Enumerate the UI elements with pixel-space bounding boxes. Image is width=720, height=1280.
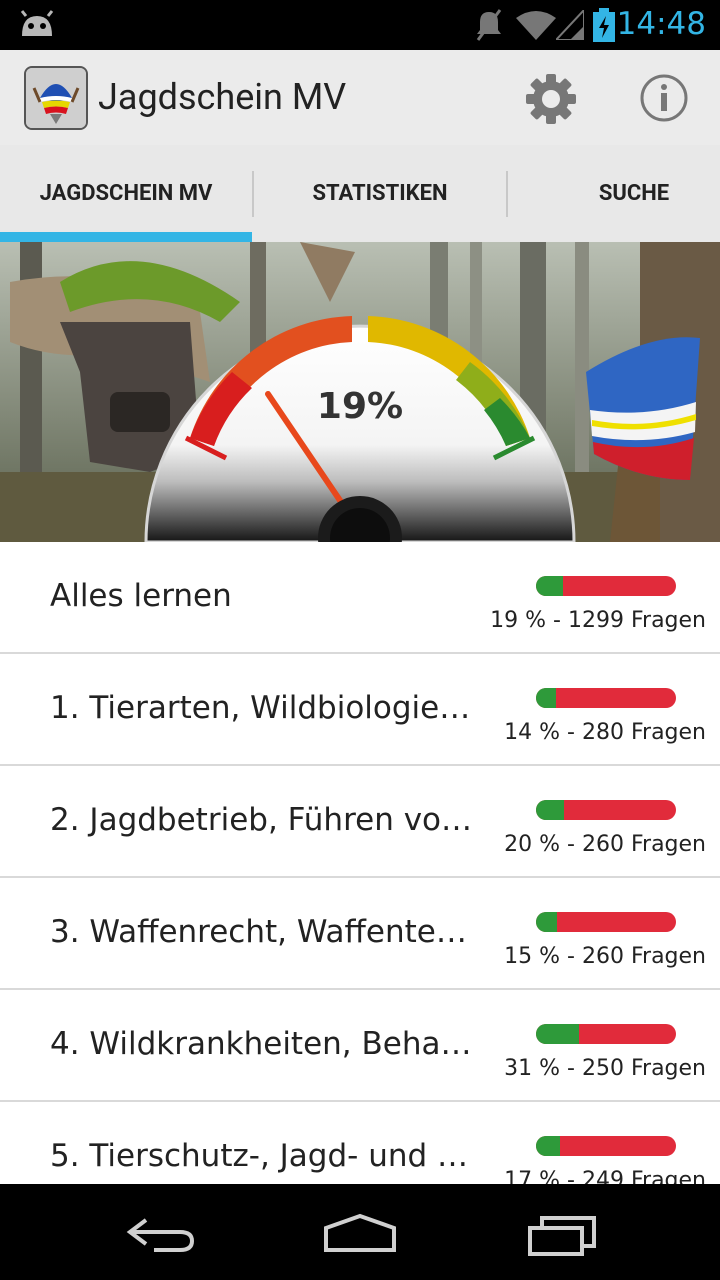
info-icon[interactable] xyxy=(638,72,690,124)
progress-bar xyxy=(536,688,676,708)
settings-icon[interactable] xyxy=(524,72,578,126)
progress-bar xyxy=(536,912,676,932)
navigation-bar xyxy=(0,1184,720,1280)
category-list: Alles lernen 19 % - 1299 Fragen 1. Tiera… xyxy=(0,542,720,1184)
clock: 14:48 xyxy=(616,6,706,42)
progress-bar-fill xyxy=(536,576,563,596)
list-item-stat: 14 % - 280 Fragen xyxy=(504,720,706,745)
list-item[interactable]: 3. Waffenrecht, Waffentechn… 15 % - 260 … xyxy=(0,878,720,990)
list-item-label: 4. Wildkrankheiten, Behandl… xyxy=(50,1026,480,1062)
mute-icon xyxy=(476,9,502,41)
list-item-stat: 17 % - 249 Fragen xyxy=(504,1168,706,1184)
tab-suche[interactable]: SUCHE xyxy=(508,145,720,242)
progress-bar xyxy=(536,800,676,820)
progress-bar-fill xyxy=(536,912,557,932)
recents-icon[interactable] xyxy=(526,1214,598,1258)
home-icon[interactable] xyxy=(322,1212,398,1254)
tab-jagdschein-mv[interactable]: JAGDSCHEIN MV xyxy=(0,145,252,242)
gauge-value: 19% xyxy=(316,386,404,427)
list-item[interactable]: 2. Jagdbetrieb, Führen von J… 20 % - 260… xyxy=(0,766,720,878)
list-item[interactable]: Alles lernen 19 % - 1299 Fragen xyxy=(0,542,720,654)
list-item[interactable]: 4. Wildkrankheiten, Behandl… 31 % - 250 … xyxy=(0,990,720,1102)
list-item[interactable]: 1. Tierarten, Wildbiologie, Wi… 14 % - 2… xyxy=(0,654,720,766)
app-logo-icon[interactable] xyxy=(24,66,88,130)
wifi-icon xyxy=(516,11,556,40)
action-bar: Jagdschein MV xyxy=(0,50,720,145)
list-item-label: 5. Tierschutz-, Jagd- und For… xyxy=(50,1138,480,1174)
list-item-label: 3. Waffenrecht, Waffentechn… xyxy=(50,914,480,950)
progress-bar-fill xyxy=(536,1024,580,1044)
list-item-stat: 19 % - 1299 Fragen xyxy=(490,608,706,633)
status-bar: 14:48 xyxy=(0,0,720,50)
app-title: Jagdschein MV xyxy=(98,76,347,118)
list-item-stat: 20 % - 260 Fragen xyxy=(504,832,706,857)
progress-bar xyxy=(536,576,676,596)
list-item-label: 2. Jagdbetrieb, Führen von J… xyxy=(50,802,480,838)
list-item-stat: 15 % - 260 Fragen xyxy=(504,944,706,969)
list-item-label: 1. Tierarten, Wildbiologie, Wi… xyxy=(50,690,480,726)
list-item[interactable]: 5. Tierschutz-, Jagd- und For… 17 % - 24… xyxy=(0,1102,720,1184)
tab-selected-indicator xyxy=(0,232,252,242)
list-item-label: Alles lernen xyxy=(50,578,232,614)
back-icon[interactable] xyxy=(124,1214,196,1254)
progress-banner: 19% xyxy=(0,242,720,542)
battery-charging-icon xyxy=(593,8,615,42)
progress-bar xyxy=(536,1024,676,1044)
list-item-stat: 31 % - 250 Fragen xyxy=(504,1056,706,1081)
progress-bar-fill xyxy=(536,800,564,820)
progress-bar xyxy=(536,1136,676,1156)
signal-icon xyxy=(556,10,584,40)
android-icon xyxy=(20,10,54,36)
tab-statistiken[interactable]: STATISTIKEN xyxy=(254,145,506,242)
progress-bar-fill xyxy=(536,688,556,708)
progress-bar-fill xyxy=(536,1136,560,1156)
tab-bar: JAGDSCHEIN MV STATISTIKEN SUCHE xyxy=(0,145,720,242)
